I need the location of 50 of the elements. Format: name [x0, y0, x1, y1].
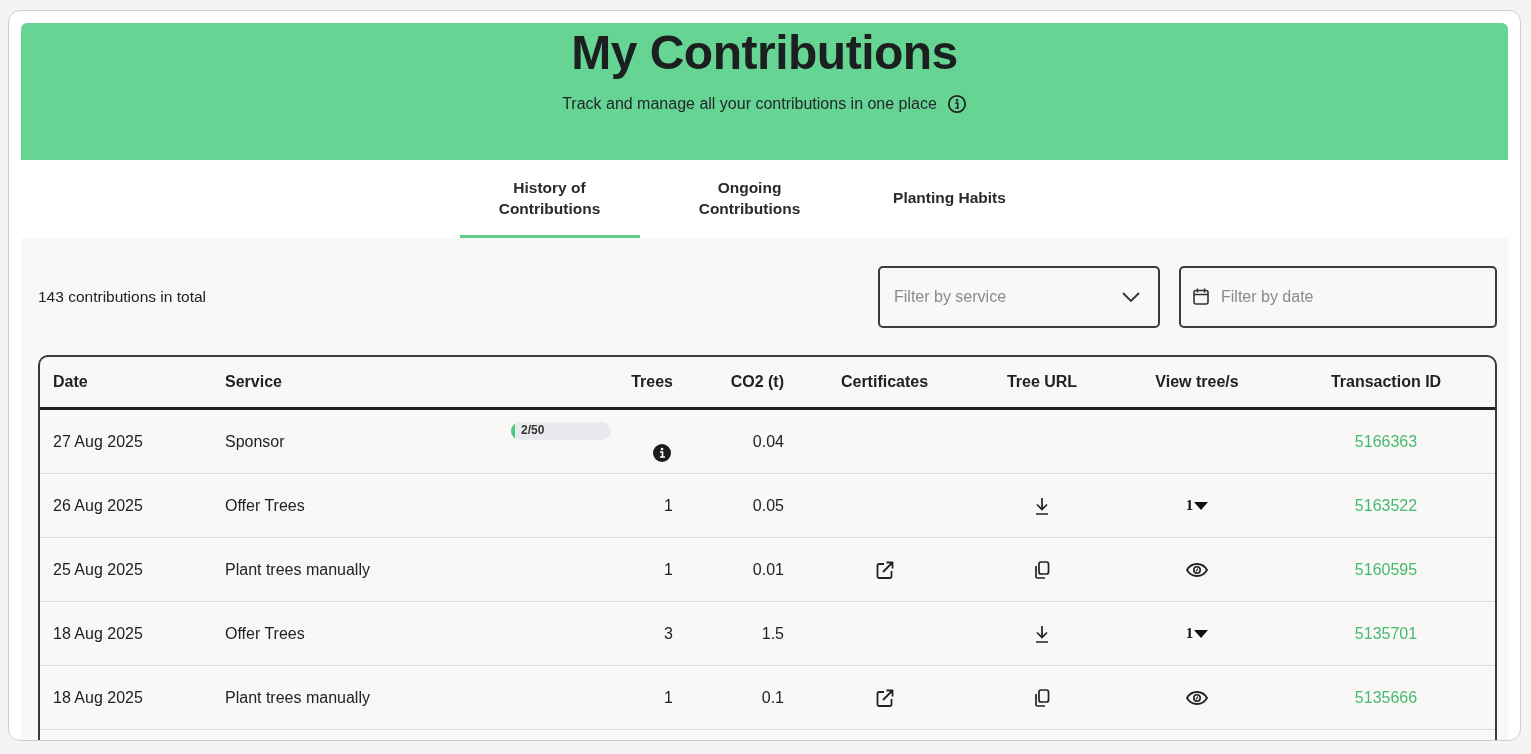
table-cell: 18 Aug 2025 [53, 688, 143, 707]
download-icon[interactable] [1034, 624, 1050, 643]
download-icon[interactable] [1034, 496, 1050, 515]
page-subtitle: Track and manage all your contributions in one place [562, 95, 937, 113]
column-header: Certificates [840, 373, 929, 391]
tab[interactable]: Planting Habits [859, 160, 1040, 238]
caret-icon [1194, 629, 1209, 638]
table-cell: Offer Trees [225, 624, 305, 643]
table-cell: 0.01 [752, 560, 784, 579]
caret-icon [1194, 501, 1209, 510]
column-header: View tree/s [1155, 373, 1239, 391]
eye-icon[interactable] [1186, 690, 1208, 705]
tree-count-dropdown[interactable]: 1 [1185, 497, 1209, 514]
column-header: Tree URL [1006, 373, 1078, 391]
tree-count-dropdown[interactable]: 1 [1185, 625, 1209, 642]
table-cell: Offer Trees [225, 496, 305, 515]
table-cell: 0.1 [761, 688, 784, 707]
table-cell: 3 [664, 624, 673, 643]
table-cell: 18 Aug 2025 [53, 624, 143, 643]
progress-label: 2/50 [521, 422, 545, 437]
eye-icon[interactable] [1186, 562, 1208, 577]
copy-icon[interactable] [1034, 688, 1050, 707]
column-header: Transaction ID [1330, 373, 1442, 391]
service-filter-dropdown[interactable]: Filter by service [878, 266, 1160, 328]
tab[interactable]: Ongoing Contributions [659, 160, 840, 238]
table-cell: Plant trees manually [225, 688, 370, 707]
table-cell: 25 Aug 2025 [53, 560, 143, 579]
table-cell: 1 [664, 560, 673, 579]
column-header: Trees [631, 373, 673, 391]
table-cell: Plant trees manually [225, 560, 370, 579]
table-cell: 1 [664, 688, 673, 707]
page-title: My Contributions [571, 25, 958, 80]
table-cell: 0.04 [752, 432, 784, 451]
info-icon[interactable] [653, 443, 671, 462]
column-header: Service [225, 373, 282, 391]
table-cell: Sponsor [225, 432, 285, 451]
column-header: CO2 (t) [730, 373, 784, 391]
date-filter-field[interactable]: Filter by date [1179, 266, 1497, 328]
table-cell: 1.5 [761, 624, 784, 643]
copy-icon[interactable] [1034, 560, 1050, 579]
chevron-down-icon [1122, 292, 1140, 302]
table-cell: 27 Aug 2025 [53, 432, 143, 451]
table-cell: 1 [664, 496, 673, 515]
info-icon[interactable] [946, 94, 967, 114]
external-link-icon[interactable] [875, 560, 894, 579]
table-cell: 0.05 [752, 496, 784, 515]
table-cell: 26 Aug 2025 [53, 496, 143, 515]
external-link-icon[interactable] [875, 688, 894, 707]
column-header: Date [53, 373, 88, 391]
contributions-count: 143 contributions in total [38, 287, 207, 306]
